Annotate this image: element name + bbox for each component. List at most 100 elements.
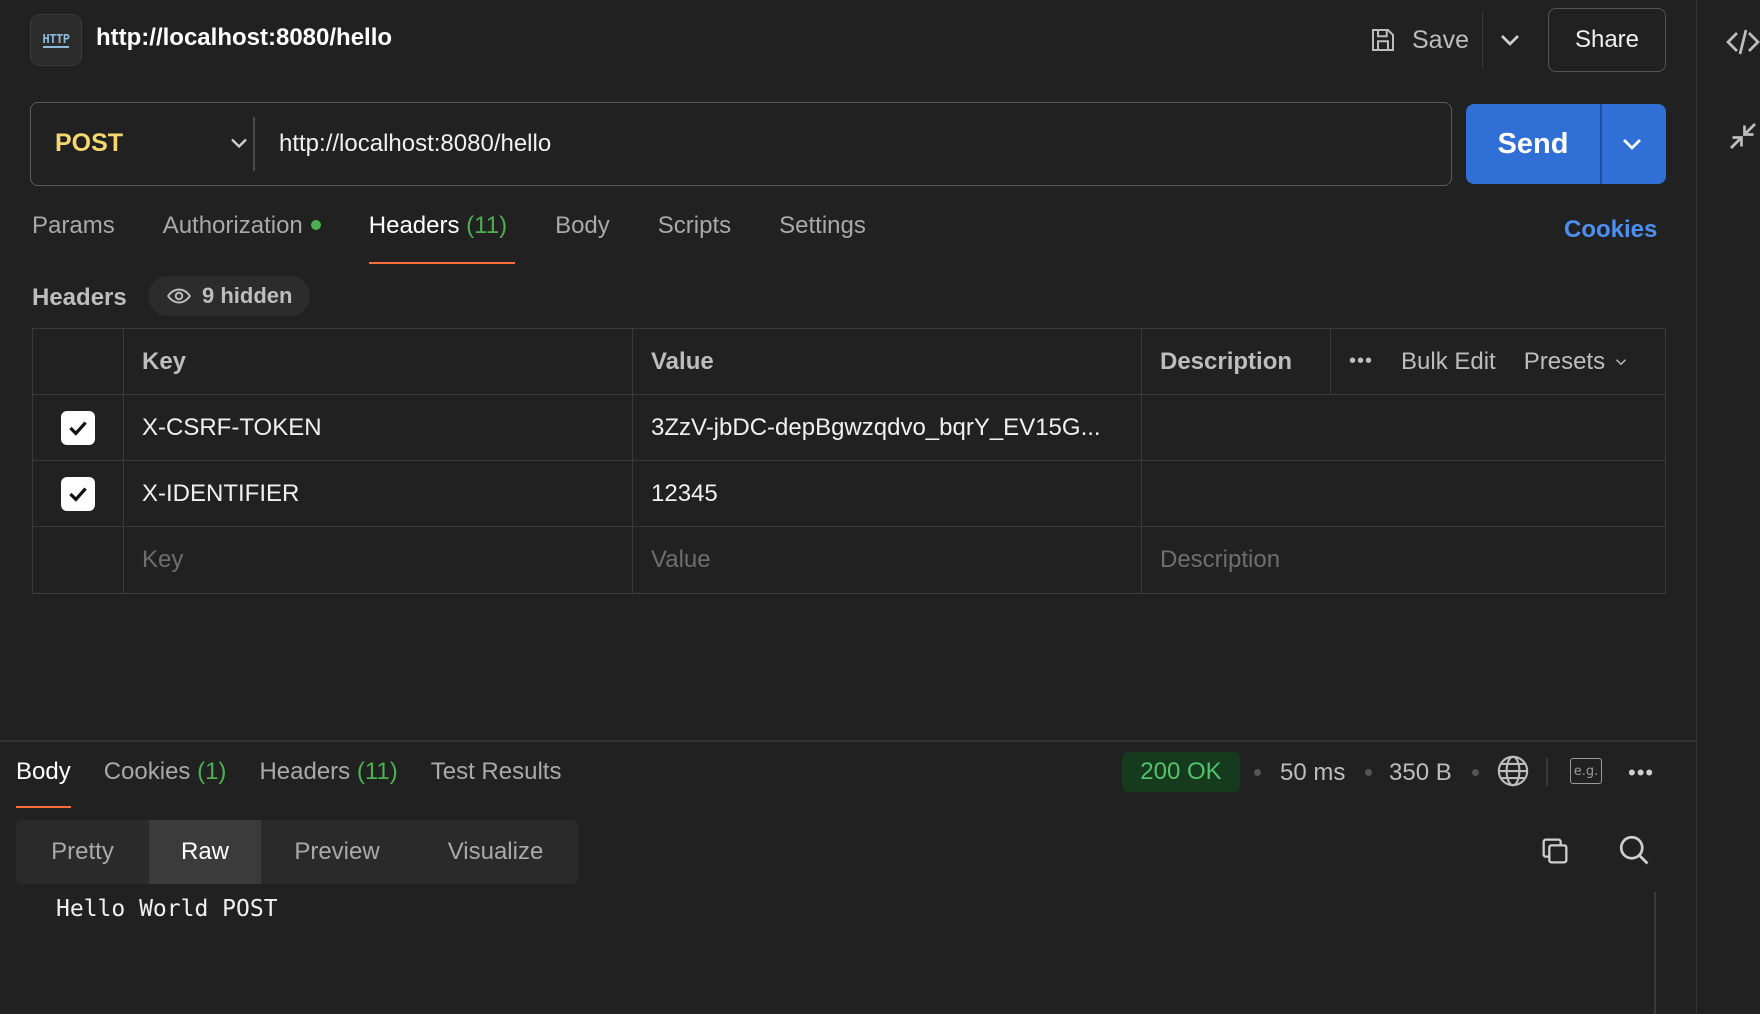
chevron-down-icon[interactable] [1616,128,1648,160]
view-raw[interactable]: Raw [149,820,261,884]
table-actions: ••• Bulk Edit Presets [1331,329,1667,394]
search-icon[interactable] [1616,832,1652,868]
tab-count: (1) [197,758,227,785]
header-description-cell[interactable] [1142,461,1667,526]
tab-label: Scripts [657,212,732,239]
hidden-count: 9 hidden [202,283,293,308]
new-value-input[interactable]: Value [633,527,1142,593]
more-icon[interactable]: ••• [1349,350,1373,373]
scrollbar[interactable] [1654,892,1656,1014]
presets-label: Presets [1523,347,1606,375]
table-row: X-CSRF-TOKEN 3ZzV-jbDC-depBgwzqdvo_bqrY_… [33,395,1665,461]
headers-section-label: Headers [32,284,127,311]
code-icon[interactable] [1725,24,1760,60]
checkbox-checked-icon [69,420,87,436]
new-description-input[interactable]: Description [1142,527,1667,593]
separator-dot [1365,769,1372,776]
tab-response-body[interactable]: Body [16,758,71,808]
checkbox-checked-icon [69,486,87,502]
url-input[interactable]: http://localhost:8080/hello [279,130,551,158]
save-icon [1372,29,1394,51]
right-sidebar [1696,0,1760,1014]
tab-label: Test Results [430,758,562,785]
tab-label: Authorization [162,212,303,239]
collapse-icon[interactable] [1725,118,1760,154]
header-key-cell[interactable]: X-IDENTIFIER [124,461,633,526]
hidden-headers-toggle[interactable]: 9 hidden [148,276,311,316]
tab-label: Settings [779,212,866,239]
table-cell [33,395,124,460]
response-view-modes: Pretty Raw Preview Visualize [16,820,578,884]
globe-icon[interactable] [1496,754,1530,788]
eye-icon [167,288,191,304]
response-tabs: Body Cookies (1) Headers (11) Test Resul… [16,758,594,808]
save-label: Save [1412,25,1469,54]
tab-count: (11) [356,758,398,785]
tab-params[interactable]: Params [32,212,115,264]
tab-authorization[interactable]: Authorization [163,212,321,264]
more-icon[interactable]: ••• [1628,760,1654,786]
divider [1546,758,1548,786]
tab-body[interactable]: Body [555,212,610,264]
cookies-link[interactable]: Cookies [1564,216,1657,244]
headers-table: Key Value Description ••• Bulk Edit Pres… [32,328,1666,594]
tab-test-results[interactable]: Test Results [431,758,562,808]
separator-dot [1472,769,1479,776]
send-button[interactable]: Send [1466,104,1600,184]
status-badge[interactable]: 200 OK [1122,752,1240,792]
divider [1482,12,1483,68]
header-enabled-checkbox[interactable] [61,410,95,445]
request-tabs: Params Authorization Headers (11) Body S… [32,212,914,264]
presets-dropdown[interactable]: Presets [1524,348,1630,376]
send-button-group: Send [1466,104,1666,184]
column-value: Value [633,329,1142,394]
tab-settings[interactable]: Settings [779,212,866,264]
tab-response-cookies[interactable]: Cookies (1) [104,758,227,808]
tab-label: Body [16,758,71,785]
copy-icon[interactable] [1538,834,1572,868]
tab-headers[interactable]: Headers (11) [368,212,516,264]
header-value-cell[interactable]: 3ZzV-jbDC-depBgwzqdvo_bqrY_EV15G... [633,395,1142,460]
chevron-down-icon[interactable] [225,129,253,157]
divider [1600,104,1602,184]
table-cell [33,527,124,593]
response-size[interactable]: 350 B [1389,759,1452,787]
tab-label: Cookies [103,758,191,785]
response-time[interactable]: 50 ms [1280,759,1345,787]
chevron-down-icon [1615,359,1626,366]
view-pretty[interactable]: Pretty [16,820,149,884]
column-key: Key [124,329,633,394]
column-description: Description [1142,329,1331,394]
request-panel: HTTP http://localhost:8080/hello Save Sh… [0,0,1696,1014]
http-icon-label: HTTP [42,32,70,48]
tab-scripts[interactable]: Scripts [658,212,731,264]
url-bar: POST http://localhost:8080/hello [30,102,1452,186]
tab-label: Headers [259,758,351,785]
table-row: X-IDENTIFIER 12345 [33,461,1665,527]
table-cell [33,461,124,526]
new-key-input[interactable]: Key [124,527,633,593]
view-preview[interactable]: Preview [261,820,413,884]
header-key-cell[interactable]: X-CSRF-TOKEN [124,395,633,460]
status-dot [310,219,321,230]
response-body-text[interactable]: Hello World POST [56,896,278,922]
header-description-cell[interactable] [1142,395,1667,460]
save-button[interactable]: Save [1368,20,1469,60]
tab-response-headers[interactable]: Headers (11) [259,758,397,808]
table-row-new: Key Value Description [33,527,1665,593]
method-select[interactable]: POST [55,129,123,158]
example-icon[interactable]: e.g. [1570,758,1602,784]
table-cell [33,329,124,394]
response-divider[interactable] [0,740,1696,742]
header-enabled-checkbox[interactable] [61,476,95,511]
share-button[interactable]: Share [1548,8,1666,72]
header-value-cell[interactable]: 12345 [633,461,1142,526]
divider [253,117,255,171]
request-header: HTTP http://localhost:8080/hello Save Sh… [0,0,1696,80]
tab-count: (11) [466,212,508,239]
bulk-edit-button[interactable]: Bulk Edit [1401,348,1496,376]
view-visualize[interactable]: Visualize [413,820,578,884]
separator-dot [1254,769,1261,776]
chevron-down-icon[interactable] [1494,24,1526,56]
request-title[interactable]: http://localhost:8080/hello [96,24,392,52]
